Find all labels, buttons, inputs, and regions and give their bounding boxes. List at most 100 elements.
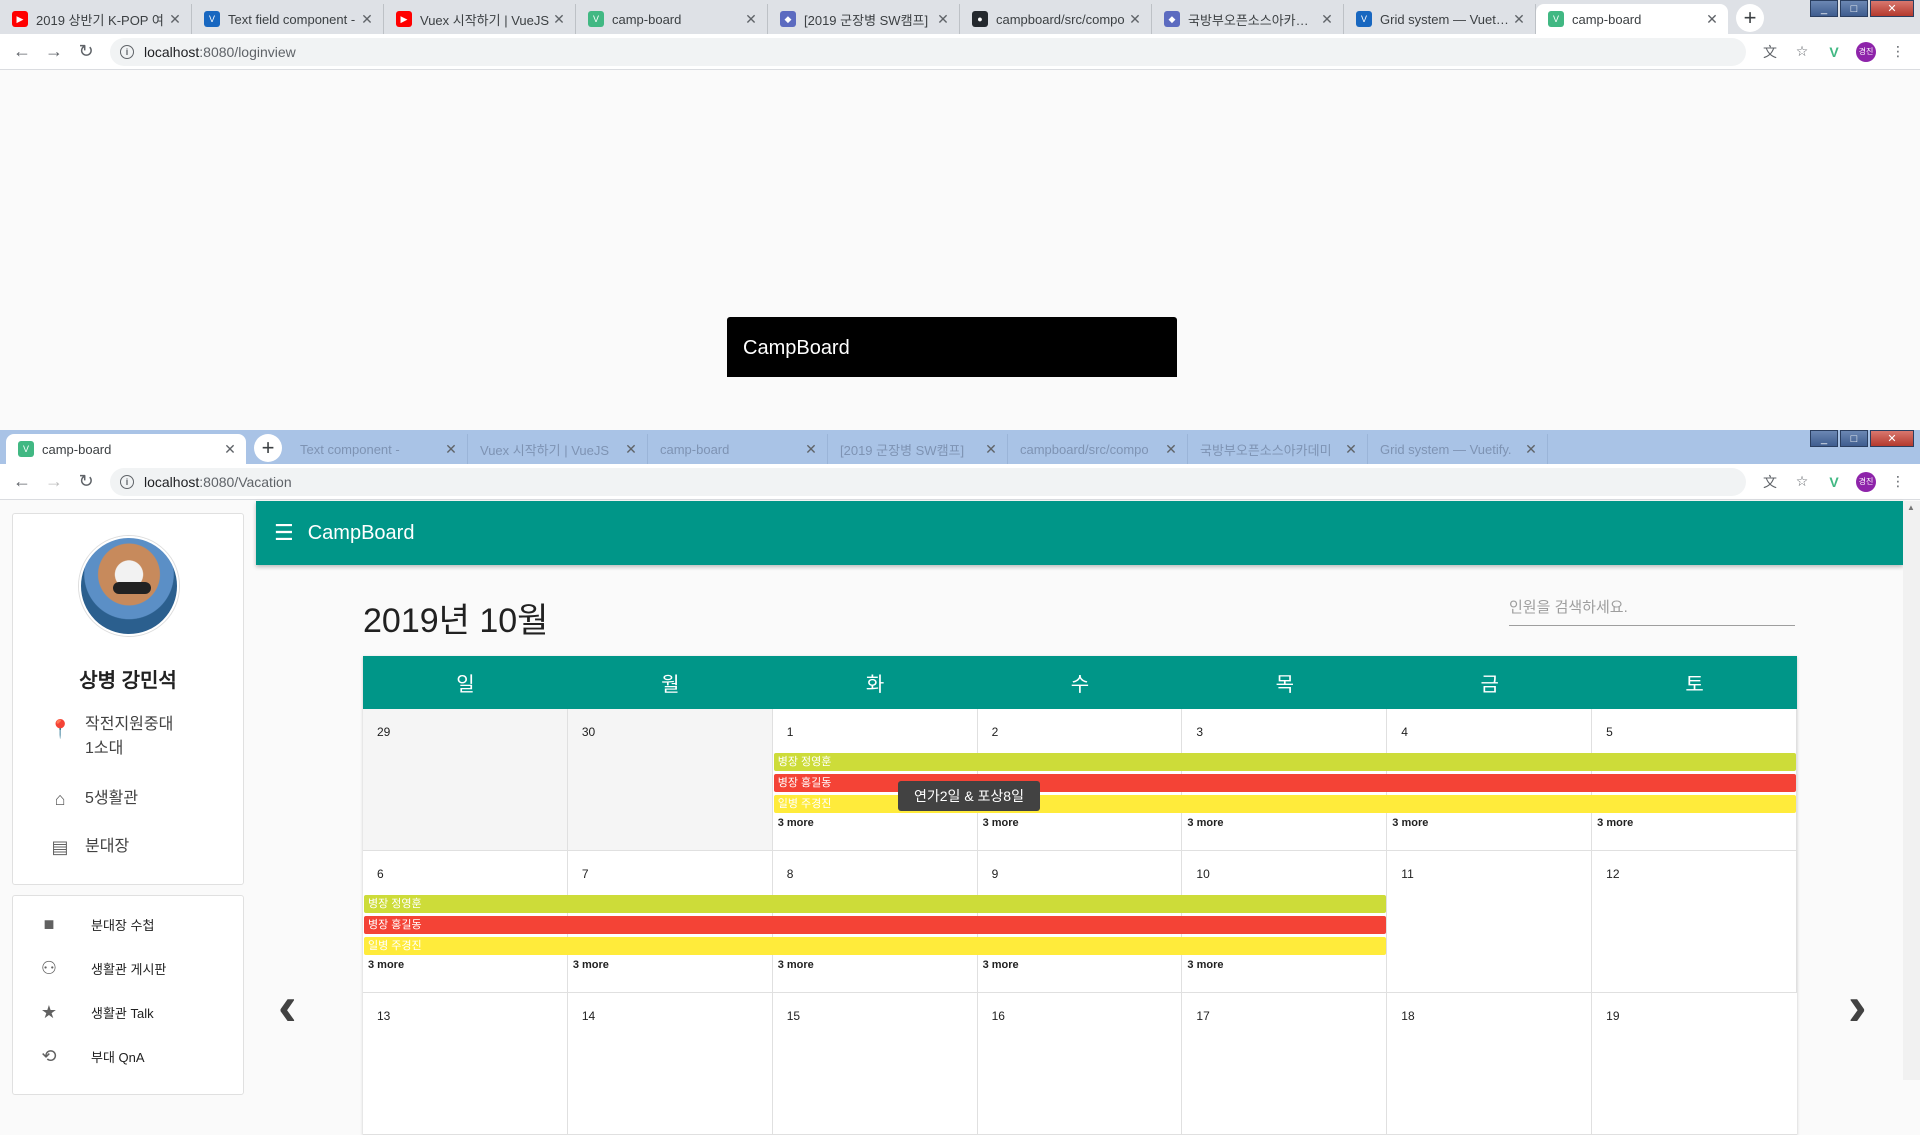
close-tab-icon[interactable]: ✕	[443, 441, 459, 458]
ghost-tab-6[interactable]: Grid system — Vuetify. ✕	[1368, 434, 1548, 464]
maximize-button[interactable]: □	[1840, 0, 1868, 17]
close-tab-icon[interactable]: ✕	[1163, 441, 1179, 458]
hamburger-menu-icon[interactable]: ☰	[274, 520, 294, 546]
calendar-day[interactable]: 14	[568, 993, 773, 1134]
tab-8[interactable]: Vcamp-board ✕	[1536, 4, 1728, 34]
maximize-button[interactable]: □	[1840, 430, 1868, 447]
calendar-day[interactable]: 29	[363, 709, 568, 850]
unit-info: 📍 작전지원중대 1소대	[49, 713, 173, 761]
profile-avatar[interactable]: 경진	[1850, 36, 1882, 68]
close-tab-icon[interactable]: ✕	[551, 11, 567, 28]
calendar-day[interactable]: 18	[1387, 993, 1593, 1134]
back-icon[interactable]: ←	[6, 466, 38, 498]
tab-7[interactable]: V Grid system — Vuetify. ✕	[1344, 4, 1536, 34]
bookmark-star-icon[interactable]: ☆	[1786, 36, 1818, 68]
menu-item-talk[interactable]: ★ 생활관 Talk	[13, 990, 243, 1034]
calendar: 일월화수목금토 29 30 1 2 3 4 5 병장 정영훈 병장 홍길동 일병 주경진 3 mor…	[363, 656, 1797, 1135]
close-tab-icon[interactable]: ✕	[803, 441, 819, 458]
calendar-day[interactable]: 15	[773, 993, 978, 1134]
address-bar[interactable]: i localhost:8080/loginview	[110, 37, 1746, 66]
close-tab-icon[interactable]: ✕	[935, 11, 951, 28]
weekday-label: 토	[1685, 674, 1704, 696]
ghost-tab-4[interactable]: campboard/src/compo ✕	[1008, 434, 1188, 464]
minimize-button[interactable]: _	[1810, 0, 1838, 17]
event-bar-green[interactable]: 병장 정영훈	[773, 753, 1796, 771]
event-bar-red[interactable]: 병장 홍길동	[364, 916, 1387, 934]
address-bar[interactable]: i localhost:8080/Vacation	[110, 467, 1746, 496]
ghost-tab-0[interactable]: Text component - ✕	[288, 434, 468, 464]
more-events-link[interactable]: 3 more	[778, 959, 814, 971]
bookmark-star-icon[interactable]: ☆	[1786, 466, 1818, 498]
close-tab-icon[interactable]: ✕	[222, 441, 238, 458]
more-events-link[interactable]: 3 more	[1187, 959, 1223, 971]
close-tab-icon[interactable]: ✕	[1523, 441, 1539, 458]
user-avatar	[79, 536, 179, 636]
ghost-tab-2[interactable]: camp-board ✕	[648, 434, 828, 464]
reload-icon[interactable]: ↻	[70, 36, 102, 68]
tab-1[interactable]: V Text field component - ✕	[192, 4, 384, 34]
tab-camp-board[interactable]: V camp-board ✕	[6, 434, 246, 464]
menu-item-qna[interactable]: ⟲ 부대 QnA	[13, 1034, 243, 1078]
forward-icon[interactable]: →	[38, 36, 70, 68]
calendar-day[interactable]: 13	[363, 993, 568, 1134]
personnel-search-input[interactable]: 인원을 검색하세요.	[1509, 596, 1795, 626]
translate-icon[interactable]: 文	[1754, 36, 1786, 68]
calendar-day[interactable]: 16	[978, 993, 1183, 1134]
tab-6[interactable]: ◆ 국방부오픈소스아카데미 ✕	[1152, 4, 1344, 34]
close-tab-icon[interactable]: ✕	[167, 11, 183, 28]
more-events-link[interactable]: 3 more	[1392, 817, 1428, 829]
menu-dots-icon[interactable]: ⋮	[1882, 466, 1914, 498]
vue-devtools-icon[interactable]: V	[1818, 466, 1850, 498]
close-tab-icon[interactable]: ✕	[359, 11, 375, 28]
more-events-link[interactable]: 3 more	[983, 959, 1019, 971]
close-tab-icon[interactable]: ✕	[983, 441, 999, 458]
close-window-button[interactable]: ✕	[1870, 430, 1914, 447]
page-scrollbar[interactable]	[1903, 501, 1920, 1080]
close-tab-icon[interactable]: ✕	[1704, 11, 1720, 28]
close-tab-icon[interactable]: ✕	[1343, 441, 1359, 458]
new-tab-button[interactable]: +	[1736, 4, 1764, 32]
minimize-button[interactable]: _	[1810, 430, 1838, 447]
calendar-day[interactable]: 11	[1387, 851, 1593, 992]
calendar-day[interactable]: 12	[1592, 851, 1797, 992]
more-events-link[interactable]: 3 more	[1597, 817, 1633, 829]
back-icon[interactable]: ←	[6, 36, 38, 68]
event-bar-green[interactable]: 병장 정영훈	[364, 895, 1387, 913]
tab-4[interactable]: ◆ [2019 군장병 SW캠프] ✕	[768, 4, 960, 34]
more-events-link[interactable]: 3 more	[778, 817, 814, 829]
info-icon[interactable]: i	[120, 474, 134, 489]
tab-3[interactable]: Vcamp-board ✕	[576, 4, 768, 34]
vue-devtools-icon[interactable]: V	[1818, 36, 1850, 68]
close-tab-icon[interactable]: ✕	[1319, 11, 1335, 28]
prev-month-chevron-icon[interactable]: ‹	[278, 973, 297, 1038]
tab-5[interactable]: ● campboard/src/compo ✕	[960, 4, 1152, 34]
reload-icon[interactable]: ↻	[70, 466, 102, 498]
calendar-day[interactable]: 30	[567, 709, 773, 850]
more-events-link[interactable]: 3 more	[368, 959, 404, 971]
menu-item-notebook[interactable]: ■ 분대장 수첩	[13, 902, 243, 946]
menu-item-board[interactable]: ⚇ 생활관 게시판	[13, 946, 243, 990]
more-events-link[interactable]: 3 more	[573, 959, 609, 971]
menu-dots-icon[interactable]: ⋮	[1882, 36, 1914, 68]
close-tab-icon[interactable]: ✕	[1127, 11, 1143, 28]
new-tab-button[interactable]: +	[254, 434, 282, 462]
close-tab-icon[interactable]: ✕	[743, 11, 759, 28]
more-events-link[interactable]: 3 more	[1187, 817, 1223, 829]
event-bar-yellow[interactable]: 일병 주경진	[364, 937, 1387, 955]
profile-avatar[interactable]: 경진	[1850, 466, 1882, 498]
forward-icon[interactable]: →	[38, 466, 70, 498]
calendar-day[interactable]: 17	[1182, 993, 1388, 1134]
more-events-link[interactable]: 3 more	[983, 817, 1019, 829]
calendar-day[interactable]: 19	[1592, 993, 1797, 1134]
translate-icon[interactable]: 文	[1754, 466, 1786, 498]
ghost-tab-5[interactable]: 국방부오픈소스아카데미 ✕	[1188, 434, 1368, 464]
close-tab-icon[interactable]: ✕	[1511, 11, 1527, 28]
tab-2[interactable]: ▶ Vuex 시작하기 | VueJS ✕	[384, 4, 576, 34]
ghost-tab-3[interactable]: [2019 군장병 SW캠프] ✕	[828, 434, 1008, 464]
ghost-tab-1[interactable]: Vuex 시작하기 | VueJS ✕	[468, 434, 648, 464]
info-icon[interactable]: i	[120, 44, 134, 59]
tab-0[interactable]: ▶ 2019 상반기 K-POP 여 ✕	[0, 4, 192, 34]
next-month-chevron-icon[interactable]: ›	[1848, 973, 1867, 1038]
close-tab-icon[interactable]: ✕	[623, 441, 639, 458]
close-window-button[interactable]: ✕	[1870, 0, 1914, 17]
